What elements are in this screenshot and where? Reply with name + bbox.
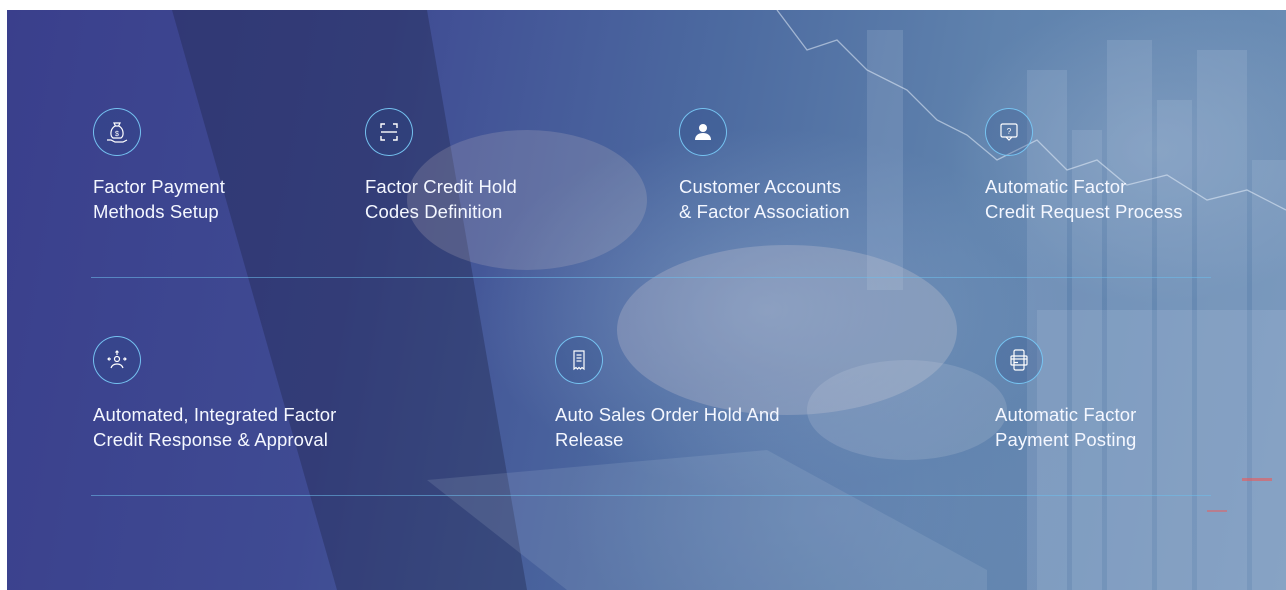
feature-payment-posting: Automatic Factor Payment Posting	[995, 336, 1136, 452]
feature-credit-hold-codes: Factor Credit Hold Codes Definition	[365, 108, 517, 224]
feature-title: Factor Credit Hold Codes Definition	[365, 176, 517, 222]
svg-text:$: $	[115, 131, 119, 138]
receipt-icon	[555, 336, 603, 384]
feature-title: Automated, Integrated Factor Credit Resp…	[93, 404, 337, 450]
feature-sales-order-hold: Auto Sales Order Hold And Release	[555, 336, 780, 452]
code-scan-icon	[365, 108, 413, 156]
row-divider	[91, 277, 1211, 278]
feature-credit-response-approval: Automated, Integrated Factor Credit Resp…	[93, 336, 336, 452]
feature-customer-accounts: Customer Accounts & Factor Association	[679, 108, 850, 224]
background-photo-illustration	[172, 10, 1286, 590]
feature-payment-methods: $ Factor Payment Methods Setup	[93, 108, 225, 224]
feature-credit-request: ? Automatic Factor Credit Request Proces…	[985, 108, 1183, 224]
row-divider	[91, 495, 1211, 496]
feature-title: Automatic Factor Credit Request Process	[985, 176, 1183, 222]
feature-banner: $ Factor Payment Methods Setup Factor Cr…	[7, 10, 1286, 590]
feature-title: Factor Payment Methods Setup	[93, 176, 225, 222]
feature-title: Customer Accounts & Factor Association	[679, 176, 850, 222]
mobile-card-payment-icon	[995, 336, 1043, 384]
person-approval-icon	[93, 336, 141, 384]
svg-text:?: ?	[1007, 127, 1012, 136]
feature-title: Automatic Factor Payment Posting	[995, 404, 1137, 450]
question-chat-icon: ?	[985, 108, 1033, 156]
user-icon	[679, 108, 727, 156]
money-bag-hand-icon: $	[93, 108, 141, 156]
feature-title: Auto Sales Order Hold And Release	[555, 404, 780, 450]
